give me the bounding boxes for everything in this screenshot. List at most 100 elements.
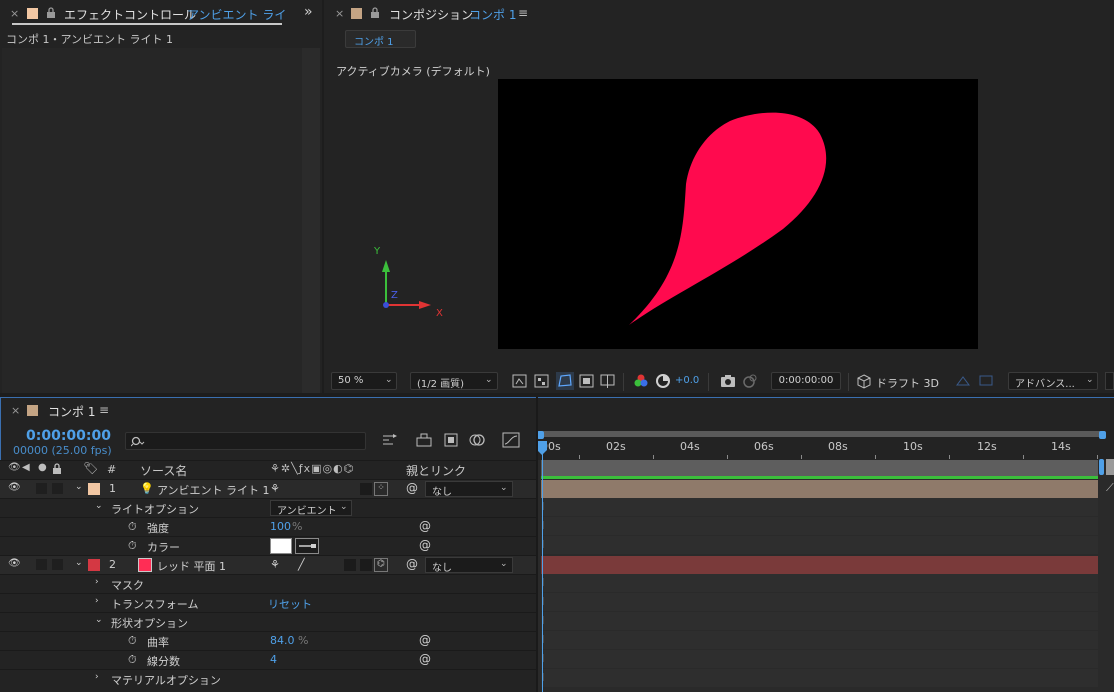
work-area-start-handle[interactable] [537, 431, 544, 439]
shy-switch-icon[interactable]: ⚘ [270, 482, 280, 495]
channel-rgb-icon[interactable] [633, 373, 649, 389]
stopwatch-icon[interactable]: ⏱ [128, 653, 137, 667]
current-time-indicator-line[interactable] [542, 448, 543, 692]
property-group-row[interactable]: ⌄ 形状オプション [0, 612, 536, 631]
panel-menu-icon[interactable]: ≡ [518, 6, 528, 20]
effects-scrollbar[interactable] [302, 48, 320, 393]
draft-3d-toggle-icon[interactable] [415, 432, 433, 448]
grid-guides-icon[interactable] [600, 373, 616, 389]
transparency-grid-icon[interactable] [534, 373, 550, 389]
comp-tab-title[interactable]: コンポジション [389, 6, 473, 23]
camera-snapshot-icon[interactable] [720, 373, 736, 389]
layer-name[interactable]: アンビエント ライト 1 [157, 482, 270, 498]
chevron-down-icon[interactable]: ⌄ [75, 558, 83, 568]
curvature-value[interactable]: 84.0 [270, 634, 295, 647]
solo-column-icon[interactable]: ● [38, 462, 47, 473]
color-swatch[interactable] [270, 538, 292, 554]
property-group-row[interactable]: › マスク [0, 574, 536, 593]
segments-value[interactable]: 4 [270, 653, 277, 666]
property-group-row[interactable]: › トランスフォーム リセット [0, 593, 536, 612]
lock-toggle[interactable] [52, 483, 63, 494]
transform-reset-link[interactable]: リセット [268, 596, 312, 612]
effects-tab-title[interactable]: エフェクトコントロール [64, 6, 196, 23]
eyedropper-button[interactable] [295, 538, 319, 554]
snapshot-region-icon[interactable] [512, 373, 528, 389]
panel-overflow-button[interactable]: » [304, 4, 313, 20]
motion-blur-icon[interactable] [468, 432, 486, 448]
work-area-bar[interactable] [541, 431, 1103, 437]
exposure-reset-icon[interactable] [655, 373, 671, 389]
solo-toggle[interactable] [36, 559, 47, 570]
pickwhip-icon[interactable]: @ [406, 557, 418, 571]
expression-pickwhip-icon[interactable]: @ [419, 633, 431, 647]
visibility-eye-icon[interactable]: 👁 [8, 558, 21, 569]
renderer-select[interactable]: アドバンス... [1008, 372, 1098, 390]
current-time-field[interactable]: 0:00:00:00 [771, 372, 841, 390]
chevron-down-icon[interactable]: ⌄ [95, 615, 103, 625]
expression-pickwhip-icon[interactable]: @ [419, 538, 431, 552]
property-group-row[interactable]: › マテリアルオプション [0, 669, 536, 688]
current-timecode[interactable]: 0:00:00:00 [26, 428, 111, 444]
property-row[interactable]: ⏱ カラー @ [0, 536, 536, 555]
mask-visibility-icon[interactable] [556, 372, 574, 390]
layer-row[interactable]: 👁 ⌄ 2 レッド 平面 1 ⚘ ╱ ⌬ @ なし ⌄ [0, 555, 536, 574]
chevron-down-icon[interactable]: ⌄ [75, 482, 83, 492]
graph-editor-icon[interactable] [502, 432, 520, 448]
chevron-right-icon[interactable]: › [95, 596, 99, 606]
draft-3d-icon[interactable] [856, 373, 872, 389]
intensity-value[interactable]: 100 [270, 520, 291, 533]
visibility-eye-icon[interactable]: 👁 [8, 482, 21, 493]
lock-icon[interactable] [46, 7, 56, 19]
comp-marker-handle[interactable] [1106, 459, 1114, 475]
chevron-right-icon[interactable]: › [95, 672, 99, 682]
layer-duration-bar[interactable] [541, 556, 1098, 574]
timeline-splitter[interactable] [536, 397, 538, 692]
label-tag-icon[interactable]: 🏷 [83, 461, 98, 475]
solo-toggle[interactable] [36, 483, 47, 494]
draft-3d-label[interactable]: ドラフト 3D [876, 375, 939, 391]
comp-end-marker[interactable] [1099, 459, 1104, 475]
close-timeline-tab-button[interactable]: × [11, 404, 20, 417]
shy-switch-icon[interactable]: ⚘ [270, 558, 280, 571]
stopwatch-icon[interactable]: ⏱ [128, 539, 137, 553]
timeline-tab-title[interactable]: コンポ 1 [48, 403, 95, 420]
lock-icon[interactable] [370, 7, 380, 19]
property-row[interactable]: ⏱ 強度 100 % @ [0, 517, 536, 536]
close-tab-button[interactable]: × [10, 7, 19, 20]
visibility-column-icon[interactable]: 👁 [8, 462, 21, 473]
toolbar-overflow[interactable] [1105, 372, 1114, 390]
quality-switch-icon[interactable]: ╱ [298, 558, 305, 571]
safe-margins-icon[interactable] [579, 373, 595, 389]
layer-label-color[interactable] [88, 559, 100, 571]
property-row[interactable]: ⏱ 線分数 4 @ [0, 650, 536, 669]
expression-pickwhip-icon[interactable]: @ [419, 652, 431, 666]
work-area-end-handle[interactable] [1099, 431, 1106, 439]
expression-pickwhip-icon[interactable]: @ [419, 519, 431, 533]
switch-slot[interactable] [360, 559, 372, 571]
lock-icon[interactable] [52, 463, 62, 475]
switch-slot[interactable] [360, 483, 372, 495]
show-snapshot-icon[interactable] [742, 373, 758, 389]
panel-menu-icon[interactable]: ≡ [99, 403, 109, 417]
stopwatch-icon[interactable]: ⏱ [128, 520, 137, 534]
chevron-down-icon[interactable]: ⌄ [95, 501, 103, 511]
composition-flowchart-icon[interactable] [381, 432, 399, 448]
frame-blending-icon[interactable] [442, 432, 460, 448]
comp-navigator-chip[interactable]: コンポ 1 [345, 30, 416, 48]
layer-duration-bar[interactable] [541, 480, 1098, 498]
3d-layer-icon[interactable]: ⁘ [374, 482, 388, 496]
layer-row[interactable]: 👁 ⌄ 1 💡 アンビエント ライト 1 ⚘ ⁘ @ なし ⌄ [0, 479, 536, 498]
comp-tab-name[interactable]: コンポ 1 [469, 6, 516, 23]
layer-name[interactable]: レッド 平面 1 [157, 558, 226, 574]
close-comp-tab-button[interactable]: × [335, 7, 344, 20]
layer-label-color[interactable] [88, 483, 100, 495]
audio-column-icon[interactable]: ◀ [22, 462, 30, 473]
property-group-row[interactable]: ⌄ ライトオプション アンビエント ⌄ [0, 498, 536, 517]
stopwatch-icon[interactable]: ⏱ [128, 634, 137, 648]
pickwhip-icon[interactable]: @ [406, 481, 418, 495]
exposure-value[interactable]: +0.0 [675, 375, 699, 386]
3d-layer-icon[interactable]: ⌬ [374, 558, 388, 572]
composition-viewer[interactable] [498, 79, 978, 349]
layer-search-input[interactable] [125, 432, 366, 450]
property-row[interactable]: ⏱ 曲率 84.0 % @ [0, 631, 536, 650]
